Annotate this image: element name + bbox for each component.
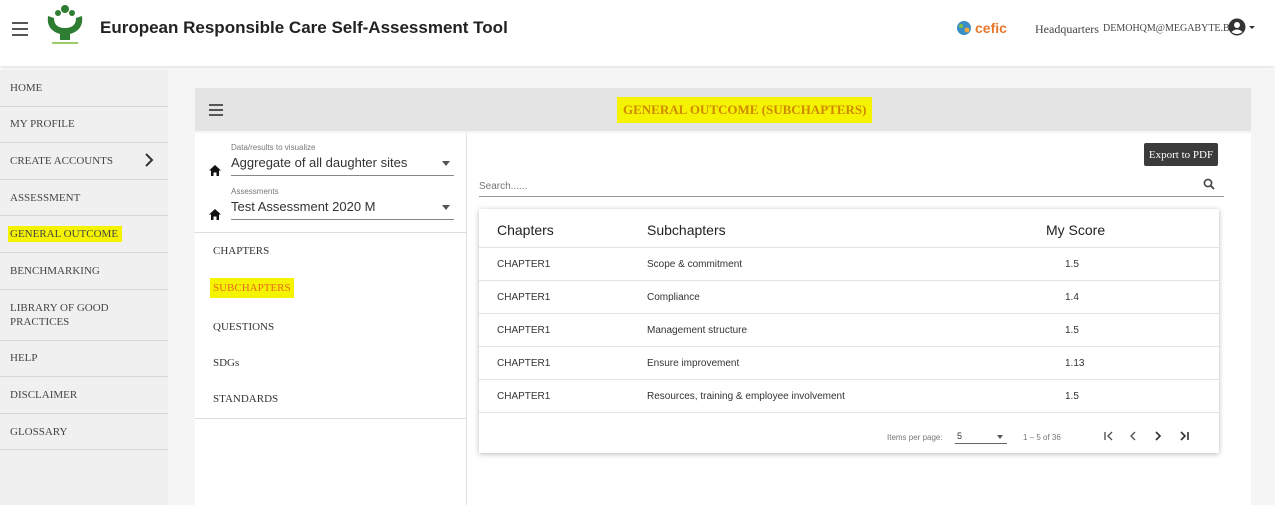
column-header-chapters[interactable]: Chapters — [497, 222, 554, 238]
items-per-page-label: Items per page: — [887, 433, 943, 442]
sidebar-item-home[interactable]: HOME — [0, 70, 168, 107]
chevron-down-icon — [1249, 26, 1255, 29]
sidebar-item-my-profile[interactable]: MY PROFILE — [0, 107, 168, 144]
sidebar-item-help[interactable]: HELP — [0, 341, 168, 378]
cell-subchapter: Ensure improvement — [647, 358, 740, 369]
results-table: Chapters Subchapters My Score CHAPTER1 S… — [479, 209, 1219, 453]
items-per-page-value: 5 — [957, 431, 963, 441]
sidebar-item-label: HOME — [10, 81, 43, 94]
select-underline — [231, 219, 454, 220]
cefic-logo: cefic — [956, 20, 1007, 36]
main-content: GENERAL OUTCOME (SUBCHAPTERS) Data/resul… — [168, 70, 1275, 505]
page-title: GENERAL OUTCOME (SUBCHAPTERS) — [617, 97, 873, 123]
sidebar-item-label: HELP — [10, 352, 38, 365]
column-header-subchapters[interactable]: Subchapters — [647, 222, 726, 238]
data-results-select[interactable]: Data/results to visualize Aggregate of a… — [209, 143, 454, 183]
table-row: CHAPTER1 Scope & commitment 1.5 — [479, 248, 1219, 281]
sidebar-item-label: DISCLAIMER — [10, 388, 78, 401]
account-circle-icon — [1228, 18, 1246, 36]
sidebar-item-label: MY PROFILE — [10, 118, 75, 131]
sidebar-item-label: GLOSSARY — [10, 425, 68, 438]
cell-chapter: CHAPTER1 — [497, 391, 551, 402]
user-email: DEMOHQM@MEGABYTE.BE — [1103, 23, 1236, 34]
sidebar-item-glossary[interactable]: GLOSSARY — [0, 414, 168, 451]
cell-subchapter: Compliance — [647, 292, 700, 303]
select-underline — [231, 175, 454, 176]
site-name: Headquarters — [1035, 22, 1099, 36]
cell-chapter: CHAPTER1 — [497, 259, 551, 270]
divider — [195, 232, 467, 233]
dropdown-arrow-icon — [997, 435, 1003, 439]
cell-score: 1.4 — [1065, 292, 1079, 303]
last-page-icon[interactable] — [1176, 428, 1192, 444]
divider — [195, 418, 467, 419]
previous-page-icon[interactable] — [1125, 428, 1141, 444]
dropdown-arrow-icon — [442, 161, 450, 166]
sidebar-item-label: LIBRARY OF GOOD PRACTICES — [10, 301, 109, 328]
app-title: European Responsible Care Self-Assessmen… — [100, 18, 508, 37]
home-icon — [209, 209, 221, 220]
subnav-questions[interactable]: QUESTIONS — [213, 321, 274, 333]
first-page-icon[interactable] — [1101, 428, 1117, 444]
export-pdf-button[interactable]: Export to PDF — [1144, 143, 1218, 166]
page-range: 1 – 5 of 36 — [1023, 433, 1061, 442]
responsible-care-logo — [47, 5, 83, 44]
sidebar-item-benchmarking[interactable]: BENCHMARKING — [0, 253, 168, 290]
table-row: CHAPTER1 Ensure improvement 1.13 — [479, 347, 1219, 380]
next-page-icon[interactable] — [1150, 428, 1166, 444]
cell-score: 1.5 — [1065, 325, 1079, 336]
sidebar-item-assessment[interactable]: ASSESSMENT — [0, 180, 168, 217]
table-row: CHAPTER1 Compliance 1.4 — [479, 281, 1219, 314]
select-label: Assessments — [231, 187, 279, 196]
subnav-standards[interactable]: STANDARDS — [213, 393, 278, 405]
sidebar-item-label: BENCHMARKING — [10, 264, 100, 277]
cell-score: 1.5 — [1065, 259, 1079, 270]
sidebar: HOME MY PROFILE CREATE ACCOUNTS ASSESSME… — [0, 70, 168, 505]
search-icon[interactable] — [1203, 178, 1215, 190]
select-value: Test Assessment 2020 M — [231, 199, 376, 214]
search-input[interactable] — [479, 177, 1224, 197]
select-label: Data/results to visualize — [231, 143, 316, 152]
top-bar: European Responsible Care Self-Assessmen… — [0, 0, 1275, 66]
sidebar-item-disclaimer[interactable]: DISCLAIMER — [0, 377, 168, 414]
content-panel: Data/results to visualize Aggregate of a… — [195, 133, 1251, 505]
cell-chapter: CHAPTER1 — [497, 292, 551, 303]
paginator: Items per page: 5 1 – 5 of 36 — [479, 420, 1219, 453]
subnav-subchapters[interactable]: SUBCHAPTERS — [210, 278, 294, 298]
sidebar-item-label: GENERAL OUTCOME — [8, 226, 123, 243]
chevron-right-icon — [145, 153, 154, 167]
cell-chapter: CHAPTER1 — [497, 325, 551, 336]
sidebar-item-label: CREATE ACCOUNTS — [10, 154, 113, 167]
sidebar-item-general-outcome[interactable]: GENERAL OUTCOME — [0, 216, 168, 253]
results-panel: Export to PDF Chapters Subchapters My Sc… — [467, 133, 1251, 505]
cefic-globe-icon — [957, 21, 971, 35]
cell-score: 1.13 — [1065, 358, 1085, 369]
home-icon — [209, 165, 221, 176]
table-row: CHAPTER1 Management structure 1.5 — [479, 314, 1219, 347]
filter-panel: Data/results to visualize Aggregate of a… — [195, 133, 467, 505]
select-value: Aggregate of all daughter sites — [231, 155, 408, 170]
user-menu-button[interactable] — [1228, 18, 1256, 36]
assessment-select[interactable]: Assessments Test Assessment 2020 M — [209, 187, 454, 227]
menu-icon[interactable] — [12, 22, 28, 36]
sidebar-item-label: ASSESSMENT — [10, 191, 81, 204]
menu-icon[interactable] — [209, 104, 223, 116]
subnav-chapters[interactable]: CHAPTERS — [213, 245, 269, 257]
cefic-wordmark: cefic — [975, 20, 1007, 36]
column-header-my-score[interactable]: My Score — [1046, 222, 1105, 238]
cell-score: 1.5 — [1065, 391, 1079, 402]
sidebar-item-library-of-good-practices[interactable]: LIBRARY OF GOOD PRACTICES — [0, 290, 168, 341]
subnav-sdgs[interactable]: SDGs — [213, 357, 239, 369]
cell-subchapter: Resources, training & employee involveme… — [647, 391, 845, 402]
cell-chapter: CHAPTER1 — [497, 358, 551, 369]
sidebar-item-create-accounts[interactable]: CREATE ACCOUNTS — [0, 143, 168, 180]
items-per-page-select[interactable]: 5 — [955, 431, 1007, 444]
page-header: GENERAL OUTCOME (SUBCHAPTERS) — [195, 88, 1251, 131]
dropdown-arrow-icon — [442, 205, 450, 210]
cell-subchapter: Management structure — [647, 325, 748, 336]
table-header: Chapters Subchapters My Score — [479, 209, 1219, 248]
cell-subchapter: Scope & commitment — [647, 259, 743, 270]
table-row: CHAPTER1 Resources, training & employee … — [479, 380, 1219, 413]
